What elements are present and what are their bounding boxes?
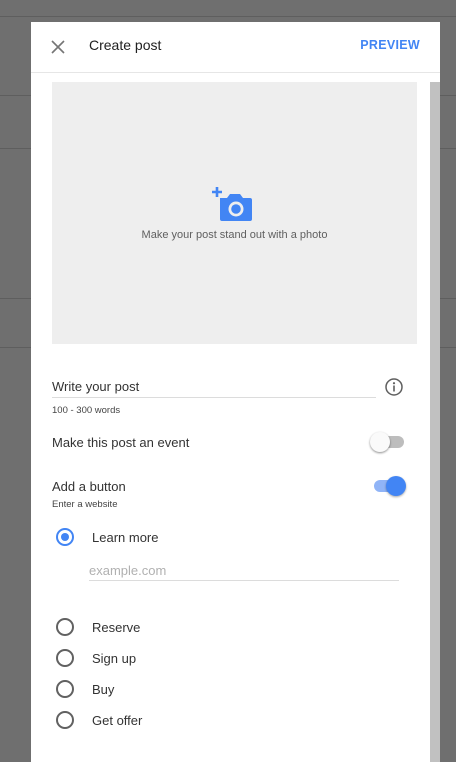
radio-button[interactable] <box>56 680 74 698</box>
radio-sign-up[interactable]: Sign up <box>56 648 136 668</box>
create-post-dialog: Create post PREVIEW Make your post stand… <box>31 22 440 762</box>
event-toggle[interactable] <box>370 432 408 452</box>
radio-learn-more[interactable]: Learn more <box>56 527 158 547</box>
website-url-input[interactable] <box>89 560 399 581</box>
dialog-title: Create post <box>89 37 162 53</box>
add-photo-area[interactable]: Make your post stand out with a photo <box>52 82 417 344</box>
radio-label: Sign up <box>92 650 137 666</box>
radio-label: Get offer <box>92 712 143 728</box>
preview-button[interactable]: PREVIEW <box>360 38 420 52</box>
info-icon[interactable] <box>384 377 404 397</box>
radio-button[interactable] <box>56 528 74 546</box>
add-photo-icon <box>212 187 252 221</box>
word-count-hint: 100 - 300 words <box>52 405 121 416</box>
radio-reserve[interactable]: Reserve <box>56 617 140 637</box>
add-button-label: Add a button <box>52 479 126 494</box>
radio-get-offer[interactable]: Get offer <box>56 710 142 730</box>
dialog-header: Create post PREVIEW <box>31 22 440 73</box>
radio-buy[interactable]: Buy <box>56 679 114 699</box>
event-toggle-knob <box>370 432 390 452</box>
radio-label: Learn more <box>92 529 159 545</box>
background-divider <box>0 16 456 17</box>
event-toggle-label: Make this post an event <box>52 435 190 450</box>
write-post-underline <box>52 397 376 398</box>
radio-button[interactable] <box>56 618 74 636</box>
add-photo-text: Make your post stand out with a photo <box>141 229 328 241</box>
enter-website-hint: Enter a website <box>52 499 118 510</box>
add-button-toggle[interactable] <box>370 476 408 496</box>
radio-label: Reserve <box>92 619 141 635</box>
close-icon <box>51 40 65 54</box>
scrollbar-thumb[interactable] <box>430 82 440 762</box>
radio-label: Buy <box>92 681 115 697</box>
radio-button[interactable] <box>56 711 74 729</box>
close-button[interactable] <box>47 36 69 58</box>
add-button-toggle-knob <box>386 476 406 496</box>
radio-button[interactable] <box>56 649 74 667</box>
write-post-field[interactable]: Write your post <box>52 379 139 394</box>
